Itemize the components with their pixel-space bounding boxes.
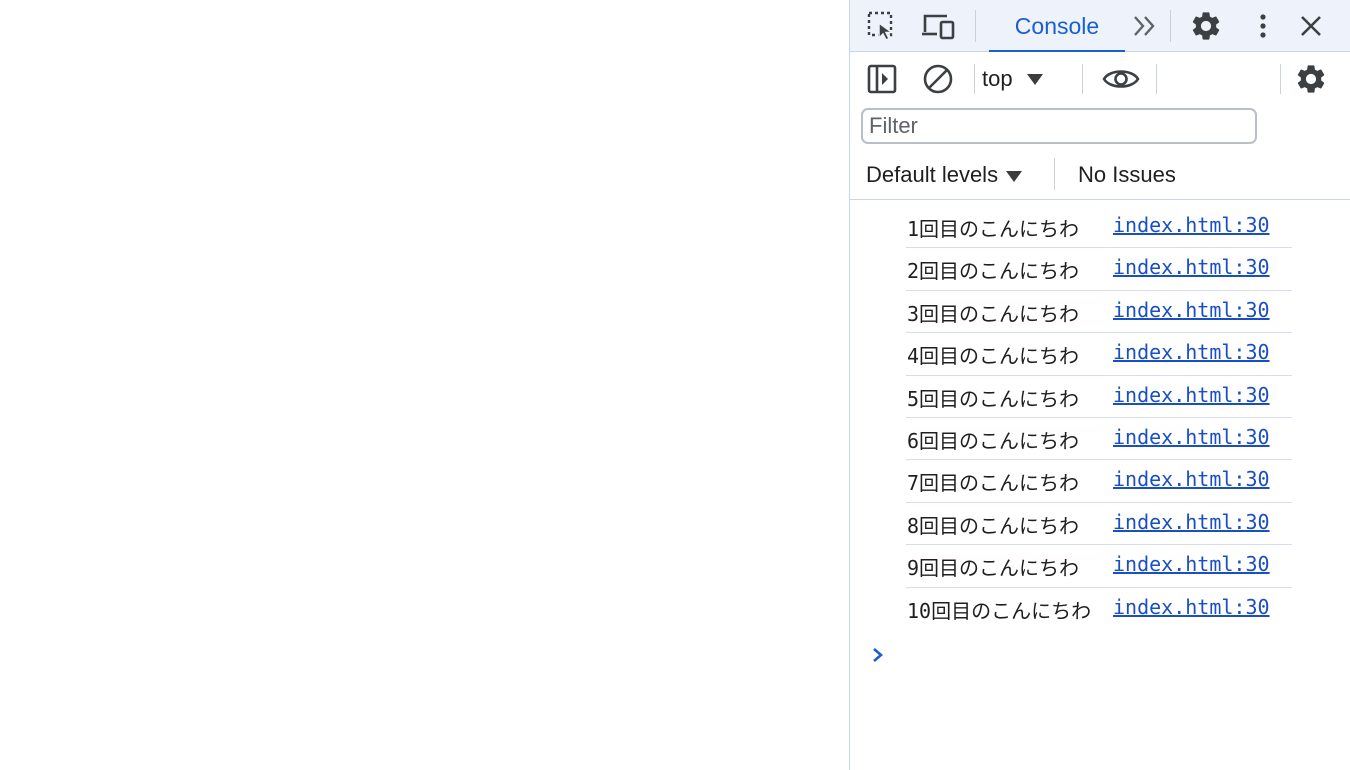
console-message[interactable]: 3回目のこんにちわ index.html:30 xyxy=(906,291,1292,334)
console-message-text: 8回目のこんにちわ xyxy=(907,513,1080,538)
eye-icon xyxy=(1102,70,1140,88)
levels-row: Default levels No Issues xyxy=(850,150,1350,200)
console-message[interactable]: 5回目のこんにちわ index.html:30 xyxy=(906,376,1292,418)
live-expression-button[interactable] xyxy=(1100,61,1142,97)
console-message[interactable]: 10回目のこんにちわ index.html:30 xyxy=(906,588,1292,630)
chevron-right-icon xyxy=(873,648,883,662)
console-message-source-link[interactable]: index.html:30 xyxy=(1113,467,1270,491)
console-messages: 1回目のこんにちわ index.html:30 2回目のこんにちわ index.… xyxy=(850,206,1350,630)
console-message-source-link[interactable]: index.html:30 xyxy=(1113,383,1270,407)
caret-down-icon xyxy=(1006,170,1023,182)
devtools-panel: Console top Filter Default levels No Iss… xyxy=(849,0,1350,770)
console-message-text: 1回目のこんにちわ xyxy=(907,217,1080,241)
toolbar-separator xyxy=(1280,64,1281,94)
close-devtools-button[interactable] xyxy=(1294,8,1328,44)
console-message-source-link[interactable]: index.html:30 xyxy=(1113,552,1270,576)
page: Console top Filter Default levels No Iss… xyxy=(0,0,1350,770)
console-message-source-link[interactable]: index.html:30 xyxy=(1113,298,1270,322)
console-message[interactable]: 4回目のこんにちわ index.html:30 xyxy=(906,333,1292,376)
more-tabs-button[interactable] xyxy=(1128,8,1162,44)
gear-icon xyxy=(1297,65,1325,93)
kebab-menu-icon xyxy=(1260,14,1266,38)
device-toolbar-button[interactable] xyxy=(920,8,958,44)
console-message-text: 7回目のこんにちわ xyxy=(907,471,1080,496)
filter-input[interactable] xyxy=(861,108,1257,144)
sidebar-toggle-button[interactable] xyxy=(864,61,900,97)
toolbar-separator xyxy=(1082,64,1083,94)
console-message-source-link[interactable]: index.html:30 xyxy=(1113,340,1270,364)
console-message-text: 9回目のこんにちわ xyxy=(907,556,1080,581)
log-levels-dropdown[interactable]: Default levels xyxy=(866,158,1023,192)
console-message-text: 6回目のこんにちわ xyxy=(907,428,1080,453)
console-prompt[interactable] xyxy=(870,640,1310,670)
context-selector[interactable]: top xyxy=(982,60,1043,98)
gear-icon xyxy=(1192,12,1220,40)
console-message[interactable]: 2回目のこんにちわ index.html:30 xyxy=(906,248,1292,291)
console-message[interactable]: 9回目のこんにちわ index.html:30 xyxy=(906,545,1292,588)
console-message-text: 4回目のこんにちわ xyxy=(907,344,1080,369)
filter-row xyxy=(850,106,1350,150)
devtools-tabbar: Console xyxy=(850,0,1350,53)
console-message-source-link[interactable]: index.html:30 xyxy=(1113,425,1270,449)
console-message-source-link[interactable]: index.html:30 xyxy=(1113,255,1270,279)
chevron-double-right-icon xyxy=(1134,16,1155,36)
console-message[interactable]: 7回目のこんにちわ index.html:30 xyxy=(906,460,1292,503)
console-message-source-link[interactable]: index.html:30 xyxy=(1113,213,1270,237)
issues-counter[interactable]: No Issues xyxy=(1078,158,1176,192)
context-selector-label: top xyxy=(982,66,1013,91)
console-settings-button[interactable] xyxy=(1292,61,1330,97)
console-message-source-link[interactable]: index.html:30 xyxy=(1113,595,1270,619)
levels-separator xyxy=(1054,158,1055,190)
console-message-text: 10回目のこんにちわ xyxy=(907,598,1092,623)
console-toolbar: top xyxy=(850,52,1350,106)
device-toolbar-icon xyxy=(922,14,955,40)
console-message[interactable]: 6回目のこんにちわ index.html:30 xyxy=(906,418,1292,461)
console-message[interactable]: 8回目のこんにちわ index.html:30 xyxy=(906,503,1292,546)
page-viewport[interactable] xyxy=(0,0,849,770)
console-message[interactable]: 1回目のこんにちわ index.html:30 xyxy=(906,206,1292,249)
sidebar-toggle-icon xyxy=(867,64,897,94)
caret-down-icon xyxy=(1026,73,1043,85)
console-message-text: 3回目のこんにちわ xyxy=(907,301,1080,326)
customize-menu-button[interactable] xyxy=(1246,8,1280,44)
clear-console-button[interactable] xyxy=(920,61,956,97)
tab-console-label: Console xyxy=(1014,12,1100,39)
console-message-text: 2回目のこんにちわ xyxy=(907,259,1080,284)
tabbar-separator xyxy=(975,10,976,42)
console-message-text: 5回目のこんにちわ xyxy=(907,386,1080,411)
settings-button[interactable] xyxy=(1187,8,1225,44)
inspect-element-button[interactable] xyxy=(864,8,900,44)
toolbar-separator xyxy=(974,64,975,94)
tabbar-separator xyxy=(1170,10,1171,42)
toolbar-separator xyxy=(1156,64,1157,94)
tab-console[interactable]: Console xyxy=(989,0,1125,53)
inspect-element-icon xyxy=(867,11,895,42)
console-message-source-link[interactable]: index.html:30 xyxy=(1113,510,1270,534)
close-icon xyxy=(1301,16,1321,36)
log-levels-label: Default levels xyxy=(866,162,999,187)
clear-console-icon xyxy=(923,64,953,94)
